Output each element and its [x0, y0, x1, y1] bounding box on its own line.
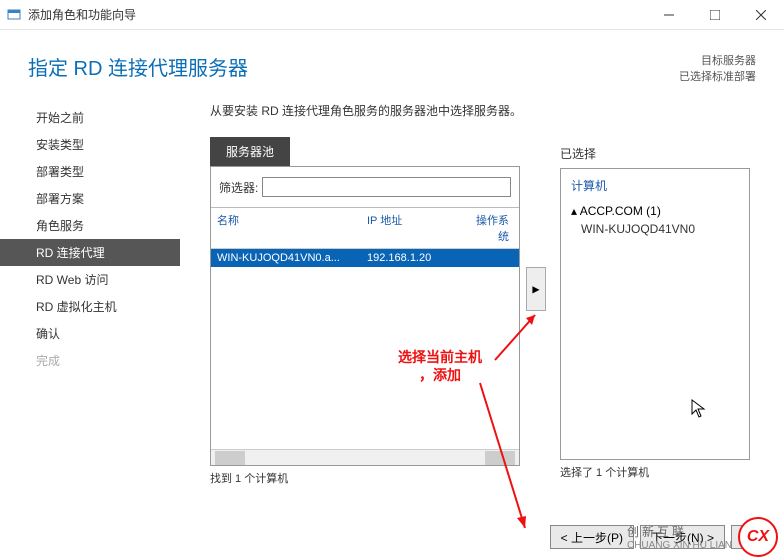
horizontal-scrollbar[interactable] — [211, 449, 519, 465]
sidenav-rd-web[interactable]: RD Web 访问 — [0, 266, 180, 293]
sidenav-complete: 完成 — [0, 347, 180, 374]
selected-header: 计算机 — [571, 177, 739, 194]
titlebar: 添加角色和功能向导 — [0, 0, 784, 30]
page-title: 指定 RD 连接代理服务器 — [28, 52, 248, 84]
sidenav-before[interactable]: 开始之前 — [0, 104, 180, 131]
cell-os — [461, 249, 519, 267]
app-icon — [6, 7, 22, 23]
annotation-text: 选择当前主机，添加 — [398, 348, 482, 384]
sidenav-rd-virt[interactable]: RD 虚拟化主机 — [0, 293, 180, 320]
sidenav-deploy-plan[interactable]: 部署方案 — [0, 185, 180, 212]
page-header: 指定 RD 连接代理服务器 目标服务器 已选择标准部署 — [0, 30, 784, 102]
sidenav-rd-broker[interactable]: RD 连接代理 — [0, 239, 180, 266]
sidenav-install-type[interactable]: 安装类型 — [0, 131, 180, 158]
target-label: 目标服务器 — [679, 52, 756, 68]
watermark-logo-icon: CX — [738, 517, 778, 557]
cell-name: WIN-KUJOQD41VN0.a... — [211, 249, 361, 267]
selected-group[interactable]: ▴ ACCP.COM (1) — [571, 204, 739, 218]
selected-box: 计算机 ▴ ACCP.COM (1) WIN-KUJOQD41VN0 — [560, 168, 750, 460]
col-name[interactable]: 名称 — [211, 208, 361, 248]
instruction-text: 从要安装 RD 连接代理角色服务的服务器池中选择服务器。 — [210, 102, 762, 119]
maximize-button[interactable] — [692, 0, 738, 30]
selected-status: 选择了 1 个计算机 — [560, 464, 750, 480]
mouse-cursor-icon — [691, 399, 707, 424]
selected-item[interactable]: WIN-KUJOQD41VN0 — [581, 222, 739, 236]
found-status: 找到 1 个计算机 — [210, 470, 520, 486]
col-ip[interactable]: IP 地址 — [361, 208, 461, 248]
filter-input[interactable] — [262, 177, 511, 197]
tab-server-pool[interactable]: 服务器池 — [210, 137, 290, 166]
watermark-brand: 创新互联 — [627, 523, 732, 540]
prev-button[interactable]: < 上一步(P) — [550, 525, 634, 549]
minimize-button[interactable] — [646, 0, 692, 30]
sidenav-role-service[interactable]: 角色服务 — [0, 212, 180, 239]
sidenav-confirm[interactable]: 确认 — [0, 320, 180, 347]
filter-label: 筛选器: — [219, 179, 258, 196]
sidenav-deploy-type[interactable]: 部署类型 — [0, 158, 180, 185]
wizard-sidenav: 开始之前 安装类型 部署类型 部署方案 角色服务 RD 连接代理 RD Web … — [0, 102, 180, 486]
table-row[interactable]: WIN-KUJOQD41VN0.a... 192.168.1.20 — [211, 249, 519, 267]
grid-header: 名称 IP 地址 操作系统 — [211, 207, 519, 249]
target-value: 已选择标准部署 — [679, 68, 756, 84]
cell-ip: 192.168.1.20 — [361, 249, 461, 267]
close-button[interactable] — [738, 0, 784, 30]
window-title: 添加角色和功能向导 — [28, 6, 136, 23]
selected-label: 已选择 — [560, 145, 750, 162]
watermark-sub: CHUANG XIN HU LIAN — [627, 540, 732, 551]
add-arrow-button[interactable]: ▶ — [526, 267, 546, 311]
col-os[interactable]: 操作系统 — [461, 208, 519, 248]
watermark: 创新互联 CHUANG XIN HU LIAN CX — [627, 517, 778, 557]
target-info: 目标服务器 已选择标准部署 — [679, 52, 756, 84]
server-pool-box: 筛选器: 名称 IP 地址 操作系统 WIN-KUJOQD41VN0.a... … — [210, 166, 520, 466]
